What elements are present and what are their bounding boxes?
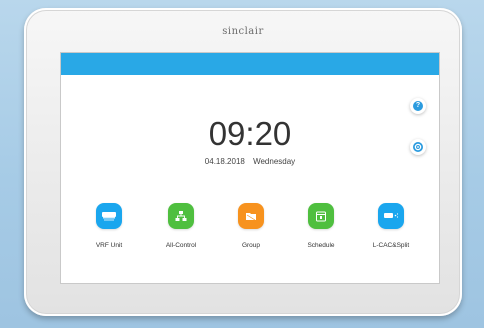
app-all-control[interactable]: All-Control (151, 203, 211, 249)
top-status-bar (61, 53, 439, 75)
brand-logo: sinclair (222, 26, 264, 37)
app-label: Schedule (307, 242, 335, 249)
touch-screen: 09:20 04.18.2018 Wednesday ? VRF Unit Al… (60, 52, 440, 284)
app-split[interactable]: L-CAC&Split (361, 203, 421, 249)
app-schedule[interactable]: Schedule (291, 203, 351, 249)
settings-icon (413, 142, 423, 152)
app-grid: VRF Unit All-Control Group Schedule L-CA… (61, 203, 439, 273)
settings-button[interactable] (410, 139, 426, 155)
clock-weekday: Wednesday (253, 157, 296, 166)
app-label: All-Control (165, 242, 197, 249)
clock-time: 09:20 (208, 115, 292, 152)
app-label: VRF Unit (95, 242, 123, 249)
help-icon: ? (413, 101, 423, 111)
help-button[interactable]: ? (410, 98, 426, 114)
all-control-icon (168, 203, 194, 229)
app-vrf-unit[interactable]: VRF Unit (79, 203, 139, 249)
device-frame: sinclair 09:20 04.18.2018 Wednesday ? VR… (24, 8, 462, 316)
app-label: Group (241, 242, 261, 249)
clock-date-line: 04.18.2018 Wednesday (61, 157, 439, 166)
split-icon (378, 203, 404, 229)
app-label: L-CAC&Split (372, 242, 410, 249)
clock-date: 04.18.2018 (204, 157, 245, 166)
group-icon (238, 203, 264, 229)
schedule-icon (308, 203, 334, 229)
vrf-unit-icon (96, 203, 122, 229)
app-group[interactable]: Group (221, 203, 281, 249)
